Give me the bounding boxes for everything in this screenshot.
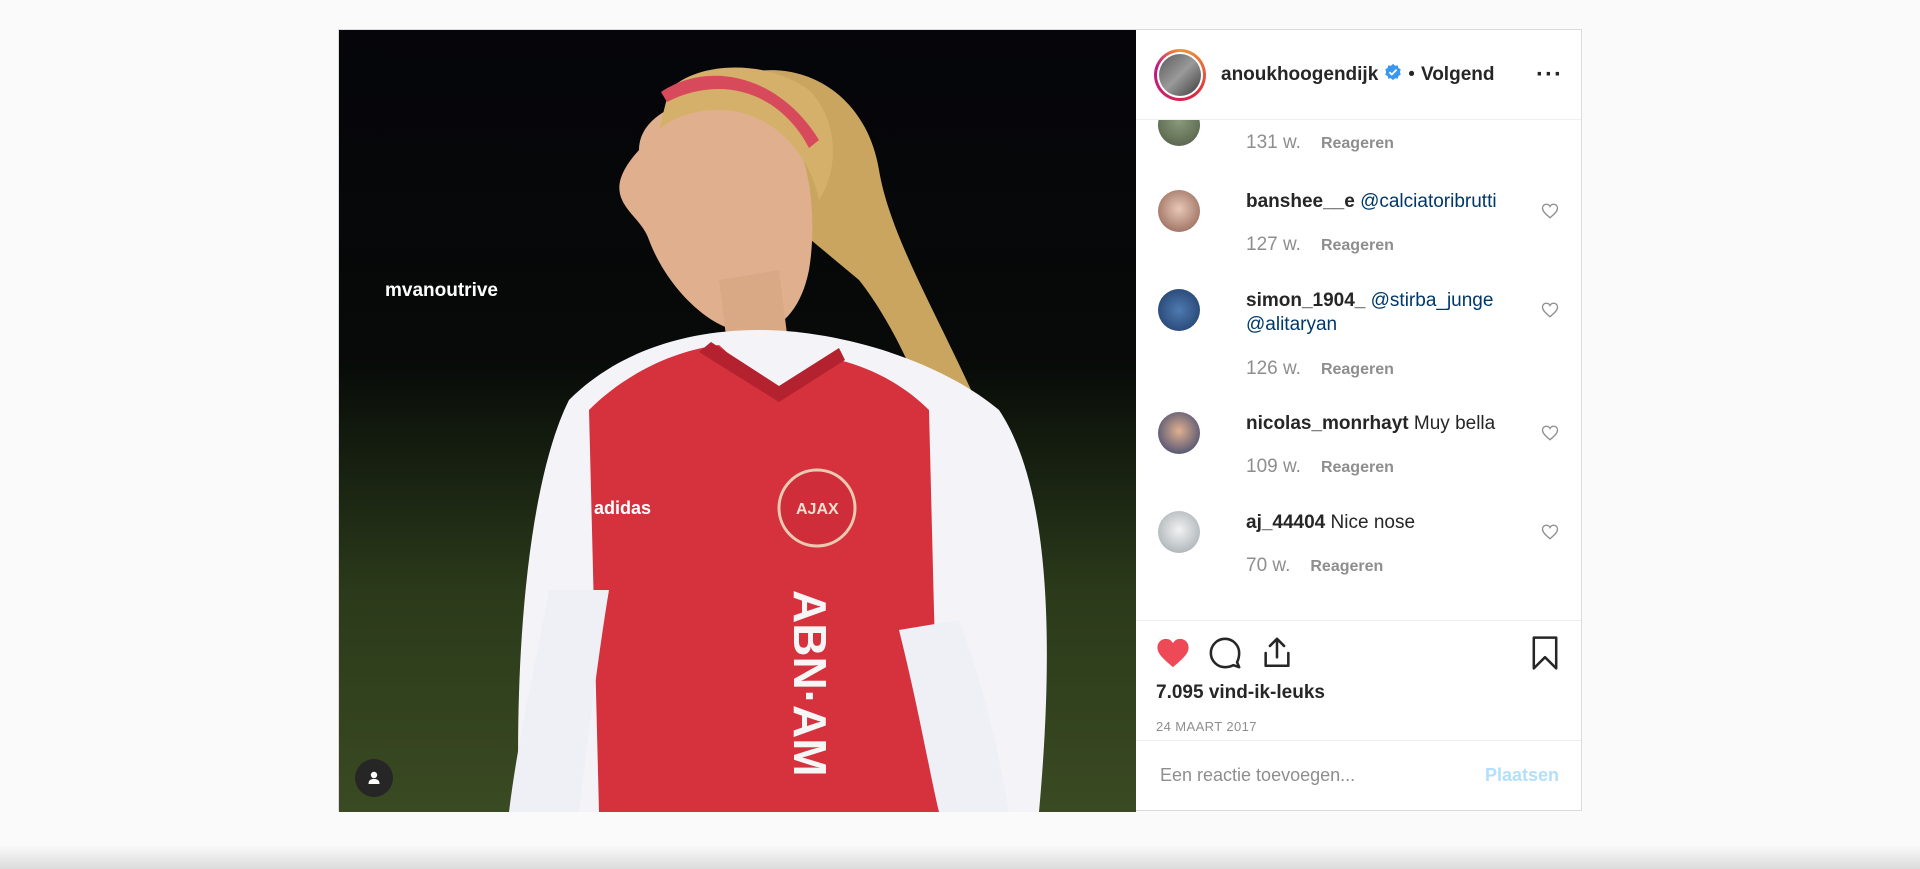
share-icon[interactable] [1260, 636, 1294, 670]
list-item: aj_44404 Nice nose 70 w. Reageren [1158, 511, 1563, 591]
comment-time: 70 w. [1246, 555, 1291, 577]
comment-text: aj_44404 Nice nose [1246, 511, 1519, 535]
reply-button[interactable]: Reageren [1310, 558, 1383, 575]
post-header: anoukhoogendijk • Volgend ··· [1136, 30, 1581, 121]
comment-time: 127 w. [1246, 234, 1301, 256]
post-sidebar: anoukhoogendijk • Volgend ··· 131 w. Reag… [1136, 30, 1581, 810]
player-illustration: AJAX adidas ABN·AM [509, 67, 1047, 812]
like-count[interactable]: 7.095 vind-ik-leuks [1156, 682, 1325, 704]
heart-outline-icon[interactable] [1541, 523, 1559, 541]
reply-button[interactable]: Reageren [1321, 135, 1394, 152]
comment-meta: 126 w. Reageren [1246, 358, 1394, 380]
reply-button[interactable]: Reageren [1321, 237, 1394, 254]
comment-text: banshee__e @calciatoribrutti [1246, 190, 1519, 214]
comment-time: 126 w. [1246, 358, 1301, 380]
svg-text:AJAX: AJAX [796, 501, 839, 518]
post-username[interactable]: anoukhoogendijk [1221, 64, 1378, 86]
list-item: 131 w. Reageren [1158, 120, 1563, 164]
comment-meta: 70 w. Reageren [1246, 555, 1383, 577]
comment-username[interactable]: nicolas_monrhayt [1246, 413, 1409, 434]
following-button[interactable]: Volgend [1421, 64, 1495, 86]
bookmark-icon[interactable] [1531, 636, 1559, 671]
comment-meta: 109 w. Reageren [1246, 456, 1394, 478]
reply-button[interactable]: Reageren [1321, 361, 1394, 378]
tagged-username[interactable]: mvanoutrive [385, 280, 498, 302]
avatar[interactable] [1158, 289, 1200, 332]
verified-badge-icon [1384, 63, 1402, 86]
heart-outline-icon[interactable] [1541, 424, 1559, 442]
comment-username[interactable]: aj_44404 [1246, 512, 1325, 533]
comment-meta: 127 w. Reageren [1246, 234, 1394, 256]
person-icon [368, 771, 380, 784]
list-item: nicolas_monrhayt Muy bella 109 w. Reagere… [1158, 412, 1563, 492]
comment-input[interactable] [1158, 763, 1485, 787]
svg-text:ABN·AM: ABN·AM [784, 590, 836, 777]
post-comment-button[interactable]: Plaatsen [1485, 765, 1559, 786]
comment-text: simon_1904_ @stirba_junge @alitaryan [1246, 289, 1519, 337]
more-options-button[interactable]: ··· [1536, 61, 1563, 89]
list-item: simon_1904_ @stirba_junge @alitaryan 126… [1158, 289, 1563, 389]
avatar [1159, 53, 1201, 96]
comment-username[interactable]: banshee__e [1246, 191, 1355, 212]
comment-text: nicolas_monrhayt Muy bella [1246, 412, 1519, 436]
avatar[interactable] [1158, 120, 1200, 147]
comment-mention[interactable]: @calciatoribrutti [1360, 191, 1497, 212]
user-tag-button[interactable] [355, 759, 393, 797]
page-bottom-shadow [0, 845, 1920, 869]
comments-list[interactable]: 131 w. Reageren banshee__e @calciatoribru… [1136, 120, 1581, 620]
post-image[interactable]: AJAX adidas ABN·AM mvanoutrive [339, 30, 1136, 812]
header-separator: • [1408, 63, 1415, 85]
comment-time: 109 w. [1246, 456, 1301, 478]
comment-username[interactable]: simon_1904_ [1246, 290, 1365, 311]
comment-meta: 131 w. Reageren [1246, 132, 1394, 154]
comment-icon[interactable] [1208, 636, 1242, 670]
comment-body: Nice nose [1330, 512, 1416, 534]
svg-text:adidas: adidas [594, 498, 651, 518]
avatar[interactable] [1158, 511, 1200, 554]
heart-filled-icon[interactable] [1156, 637, 1190, 669]
post-dialog: AJAX adidas ABN·AM mvanoutrive anoukhoog… [338, 29, 1582, 812]
post-date[interactable]: 24 MAART 2017 [1156, 719, 1257, 734]
comment-time: 131 w. [1246, 132, 1301, 154]
comment-mention[interactable]: @stirba_junge [1371, 290, 1494, 311]
avatar[interactable] [1158, 190, 1200, 233]
heart-outline-icon[interactable] [1541, 301, 1559, 319]
comment-mention[interactable]: @alitaryan [1246, 314, 1337, 335]
heart-outline-icon[interactable] [1541, 202, 1559, 220]
avatar[interactable] [1158, 412, 1200, 455]
comment-body: Muy bella [1413, 413, 1496, 435]
reply-button[interactable]: Reageren [1321, 459, 1394, 476]
post-actions: 7.095 vind-ik-leuks 24 MAART 2017 [1136, 620, 1581, 739]
add-comment-bar: Plaatsen [1136, 739, 1581, 810]
list-item: banshee__e @calciatoribrutti 127 w. Reage… [1158, 190, 1563, 270]
story-avatar[interactable] [1154, 48, 1206, 101]
